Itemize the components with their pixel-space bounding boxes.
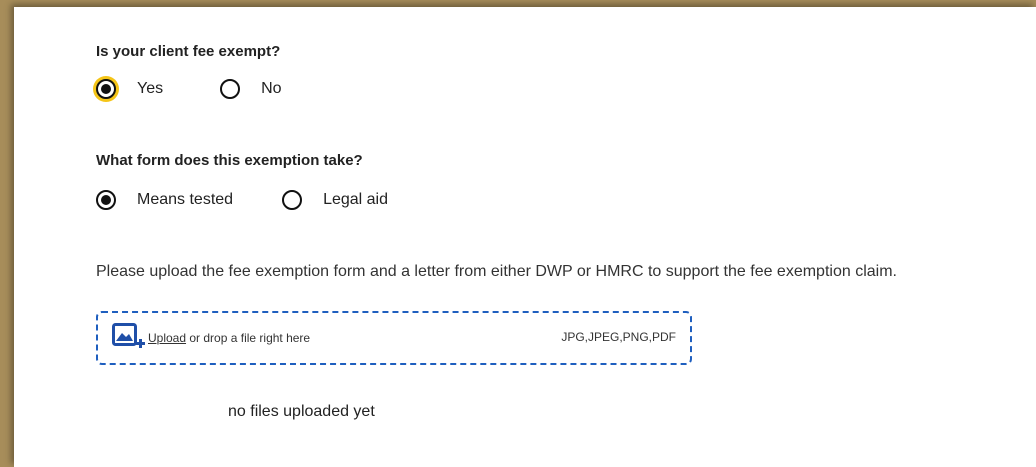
radio-label-no: No [261,80,282,97]
fee-exempt-radio-group: Yes No [96,76,282,102]
file-dropzone[interactable]: Upload or drop a file right here JPG,JPE… [96,311,692,365]
fee-exempt-option-no[interactable]: No [220,79,282,99]
fee-exempt-option-yes[interactable]: Yes [96,79,163,99]
radio-label-means-tested: Means tested [137,191,234,208]
radio-legal-aid-unchecked[interactable] [282,190,303,210]
radio-dot [101,84,111,94]
radio-label-legal-aid: Legal aid [323,191,389,208]
dropzone-text: Upload or drop a file right here [148,331,310,345]
page-panel: Is your client fee exempt? Yes No What f… [14,7,1036,467]
upload-link[interactable]: Upload [148,331,186,345]
accepted-file-types: JPG,JPEG,PNG,PDF [561,330,676,344]
image-add-icon [112,323,146,353]
radio-yes-checked[interactable] [96,79,116,99]
drop-instruction: or drop a file right here [186,331,311,345]
exemption-form-question: What form does this exemption take? [96,152,363,169]
radio-dot [101,195,111,205]
exemption-option-means-tested[interactable]: Means tested [96,190,233,210]
fee-exempt-question: Is your client fee exempt? [96,43,281,60]
radio-means-tested-checked[interactable] [96,190,116,210]
radio-label-yes: Yes [137,80,164,97]
exemption-form-radio-group: Means tested Legal aid [96,187,388,213]
exemption-option-legal-aid[interactable]: Legal aid [282,190,388,210]
radio-no-unchecked[interactable] [220,79,241,99]
upload-instruction: Please upload the fee exemption form and… [96,263,897,280]
empty-files-message: no files uploaded yet [228,403,375,420]
